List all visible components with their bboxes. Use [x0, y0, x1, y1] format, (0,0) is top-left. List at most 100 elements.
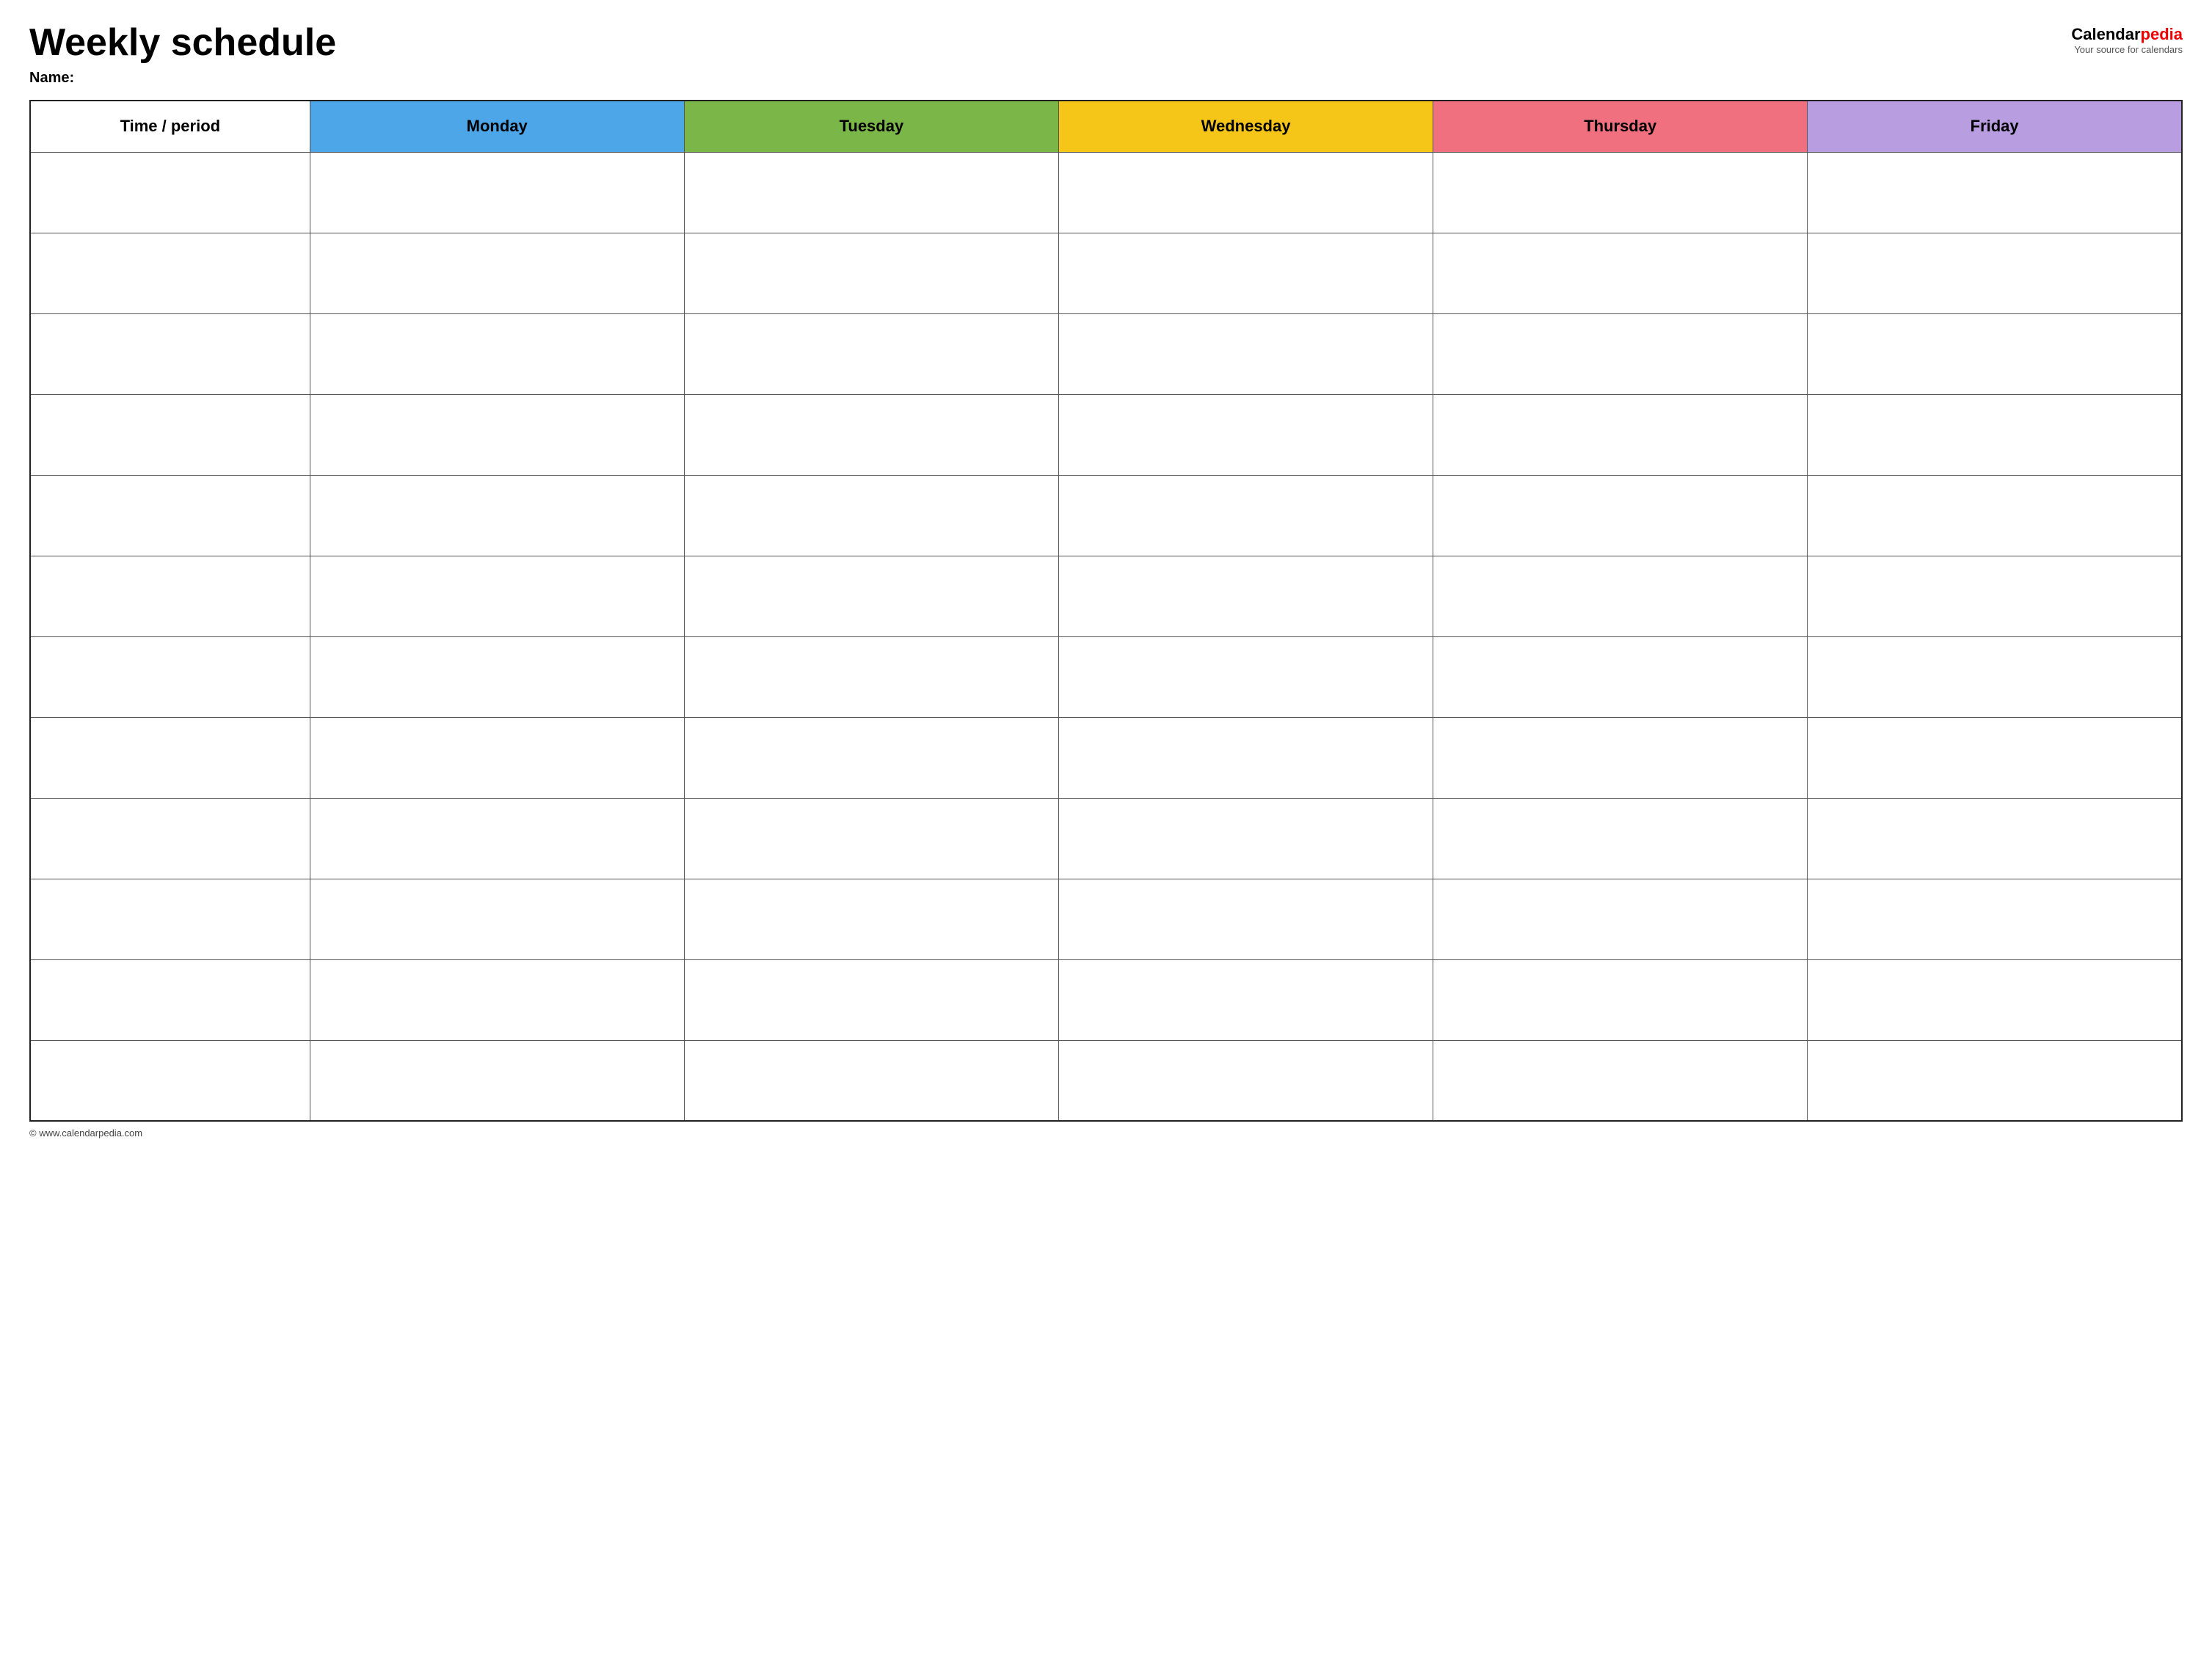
schedule-cell[interactable]: [684, 233, 1058, 313]
schedule-cell[interactable]: [1433, 636, 1808, 717]
schedule-cell[interactable]: [684, 798, 1058, 879]
schedule-cell[interactable]: [310, 636, 684, 717]
schedule-cell[interactable]: [1433, 879, 1808, 959]
schedule-cell[interactable]: [310, 313, 684, 394]
time-cell[interactable]: [30, 879, 310, 959]
table-row: [30, 959, 2182, 1040]
schedule-cell[interactable]: [310, 879, 684, 959]
time-cell[interactable]: [30, 798, 310, 879]
table-row: [30, 313, 2182, 394]
schedule-cell[interactable]: [684, 394, 1058, 475]
time-cell[interactable]: [30, 556, 310, 636]
schedule-cell[interactable]: [1058, 717, 1433, 798]
name-label: Name:: [29, 70, 336, 87]
time-cell[interactable]: [30, 1040, 310, 1121]
schedule-cell[interactable]: [1808, 233, 2182, 313]
schedule-body: [30, 152, 2182, 1121]
time-cell[interactable]: [30, 959, 310, 1040]
schedule-cell[interactable]: [1058, 475, 1433, 556]
schedule-cell[interactable]: [1808, 556, 2182, 636]
schedule-cell[interactable]: [1058, 959, 1433, 1040]
copyright-text: © www.calendarpedia.com: [29, 1128, 142, 1139]
time-cell[interactable]: [30, 152, 310, 233]
schedule-cell[interactable]: [310, 233, 684, 313]
schedule-cell[interactable]: [684, 1040, 1058, 1121]
schedule-cell[interactable]: [1058, 152, 1433, 233]
schedule-cell[interactable]: [1058, 798, 1433, 879]
time-cell[interactable]: [30, 717, 310, 798]
schedule-cell[interactable]: [684, 879, 1058, 959]
schedule-cell[interactable]: [310, 959, 684, 1040]
schedule-cell[interactable]: [1808, 394, 2182, 475]
table-row: [30, 556, 2182, 636]
schedule-cell[interactable]: [1058, 394, 1433, 475]
logo-text: Calendarpedia: [2071, 25, 2183, 44]
title-block: Weekly schedule Name:: [29, 22, 336, 87]
time-cell[interactable]: [30, 313, 310, 394]
schedule-cell[interactable]: [1058, 233, 1433, 313]
schedule-cell[interactable]: [1058, 636, 1433, 717]
schedule-cell[interactable]: [310, 798, 684, 879]
schedule-cell[interactable]: [1433, 233, 1808, 313]
schedule-cell[interactable]: [684, 636, 1058, 717]
schedule-cell[interactable]: [1808, 313, 2182, 394]
table-row: [30, 152, 2182, 233]
schedule-cell[interactable]: [1433, 798, 1808, 879]
schedule-cell[interactable]: [1433, 1040, 1808, 1121]
schedule-cell[interactable]: [1433, 313, 1808, 394]
table-row: [30, 1040, 2182, 1121]
col-header-wednesday: Wednesday: [1058, 101, 1433, 152]
schedule-cell[interactable]: [684, 152, 1058, 233]
time-cell[interactable]: [30, 394, 310, 475]
schedule-cell[interactable]: [684, 556, 1058, 636]
schedule-cell[interactable]: [684, 313, 1058, 394]
table-row: [30, 394, 2182, 475]
logo-pedia: pedia: [2141, 25, 2183, 43]
schedule-cell[interactable]: [1808, 879, 2182, 959]
col-header-thursday: Thursday: [1433, 101, 1808, 152]
table-row: [30, 798, 2182, 879]
schedule-table: Time / period Monday Tuesday Wednesday T…: [29, 100, 2183, 1122]
schedule-cell[interactable]: [1433, 959, 1808, 1040]
page-footer: © www.calendarpedia.com: [29, 1128, 2183, 1139]
schedule-cell[interactable]: [310, 394, 684, 475]
schedule-cell[interactable]: [684, 717, 1058, 798]
page-header: Weekly schedule Name: Calendarpedia Your…: [29, 22, 2183, 87]
schedule-cell[interactable]: [1058, 879, 1433, 959]
schedule-cell[interactable]: [684, 475, 1058, 556]
time-cell[interactable]: [30, 475, 310, 556]
schedule-cell[interactable]: [1808, 798, 2182, 879]
schedule-cell[interactable]: [310, 475, 684, 556]
col-header-time: Time / period: [30, 101, 310, 152]
schedule-cell[interactable]: [310, 1040, 684, 1121]
schedule-cell[interactable]: [1433, 394, 1808, 475]
table-header-row: Time / period Monday Tuesday Wednesday T…: [30, 101, 2182, 152]
schedule-cell[interactable]: [1433, 475, 1808, 556]
schedule-cell[interactable]: [1433, 556, 1808, 636]
col-header-tuesday: Tuesday: [684, 101, 1058, 152]
schedule-cell[interactable]: [1058, 313, 1433, 394]
schedule-cell[interactable]: [684, 959, 1058, 1040]
schedule-cell[interactable]: [1058, 1040, 1433, 1121]
col-header-monday: Monday: [310, 101, 684, 152]
schedule-cell[interactable]: [310, 152, 684, 233]
time-cell[interactable]: [30, 233, 310, 313]
schedule-cell[interactable]: [1808, 717, 2182, 798]
table-row: [30, 879, 2182, 959]
col-header-friday: Friday: [1808, 101, 2182, 152]
schedule-cell[interactable]: [1808, 636, 2182, 717]
logo-block: Calendarpedia Your source for calendars: [2071, 25, 2183, 55]
table-row: [30, 636, 2182, 717]
schedule-cell[interactable]: [310, 556, 684, 636]
schedule-cell[interactable]: [310, 717, 684, 798]
schedule-cell[interactable]: [1808, 1040, 2182, 1121]
schedule-cell[interactable]: [1808, 152, 2182, 233]
table-row: [30, 475, 2182, 556]
schedule-cell[interactable]: [1433, 717, 1808, 798]
schedule-cell[interactable]: [1058, 556, 1433, 636]
schedule-cell[interactable]: [1433, 152, 1808, 233]
time-cell[interactable]: [30, 636, 310, 717]
table-row: [30, 233, 2182, 313]
schedule-cell[interactable]: [1808, 959, 2182, 1040]
schedule-cell[interactable]: [1808, 475, 2182, 556]
